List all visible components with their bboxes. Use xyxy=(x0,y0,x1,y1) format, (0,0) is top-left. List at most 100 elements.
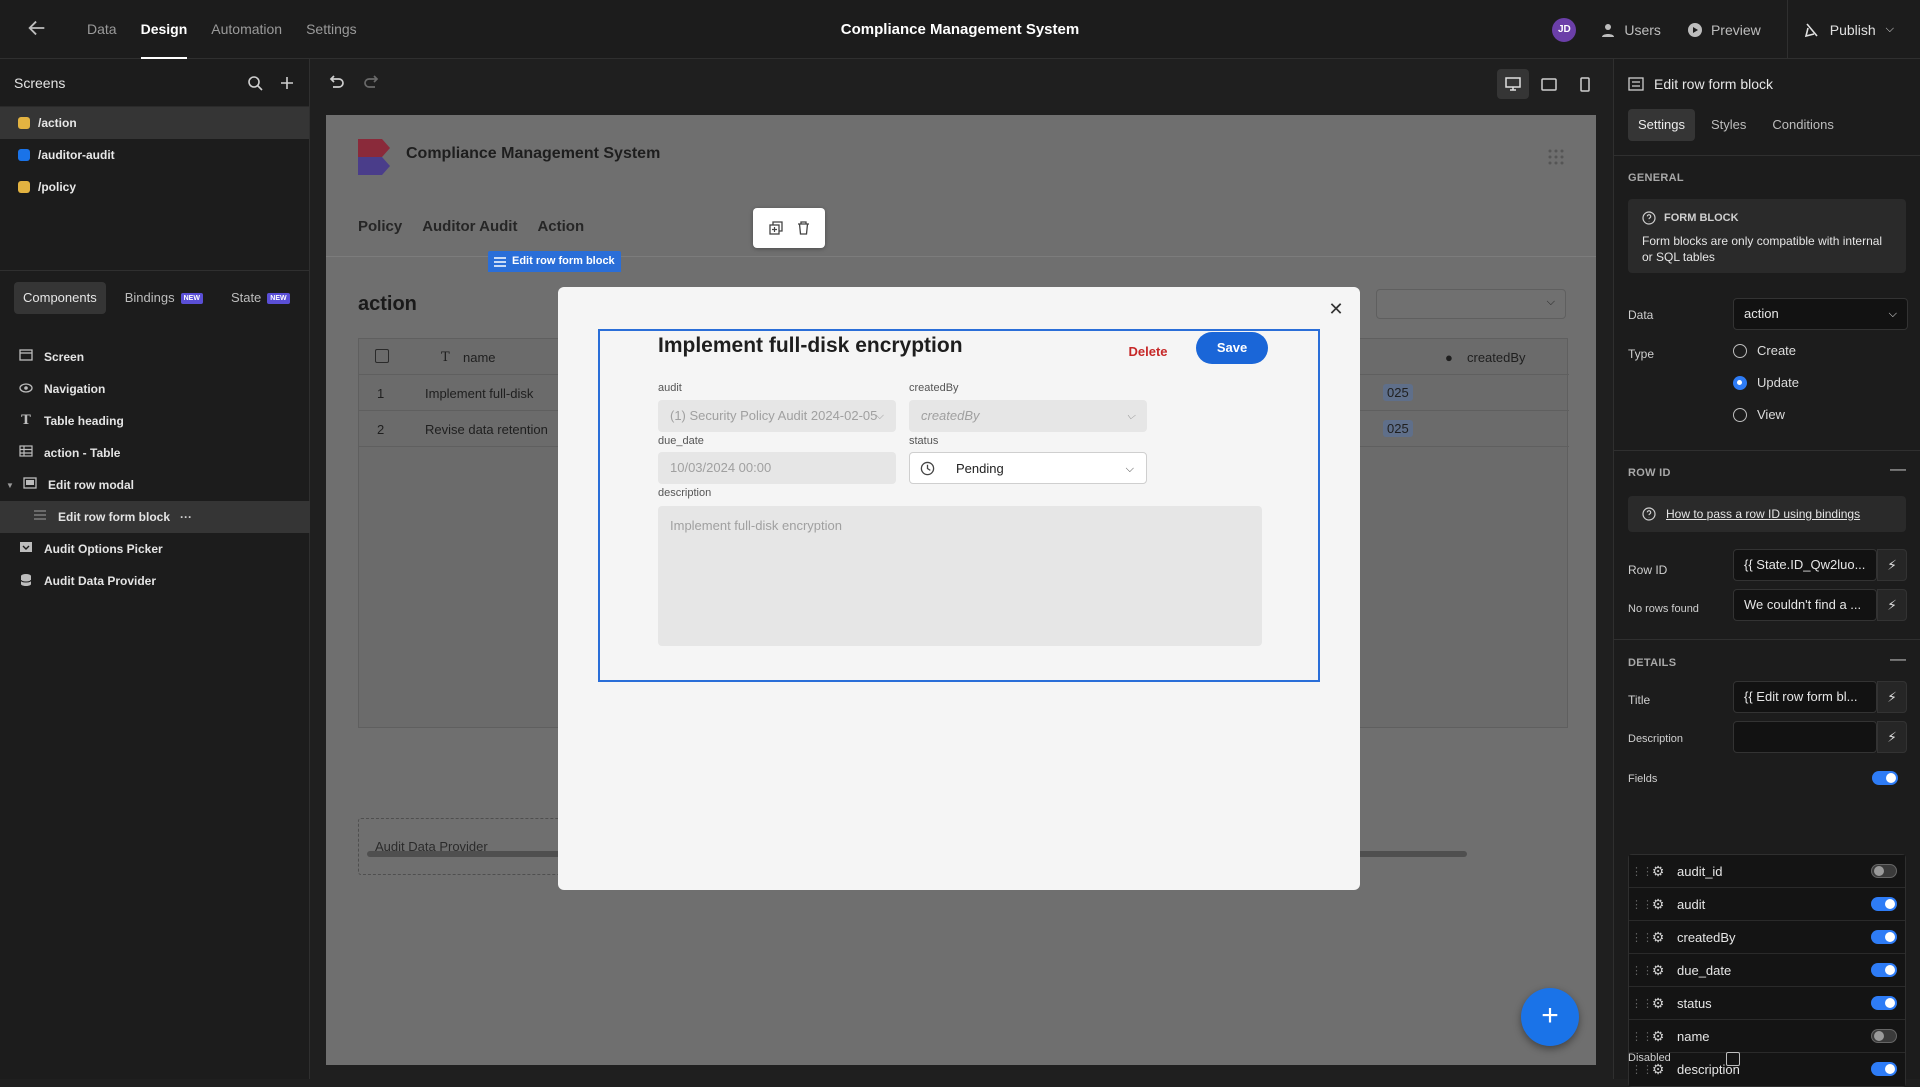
gear-icon[interactable]: ⚙︎ xyxy=(1649,995,1667,1012)
tab-data[interactable]: Data xyxy=(75,0,129,59)
disabled-checkbox[interactable] xyxy=(1726,1052,1740,1066)
radio-button[interactable] xyxy=(1733,375,1747,390)
desktop-icon[interactable] xyxy=(1497,69,1529,99)
tab-settings[interactable]: Settings xyxy=(1628,109,1695,141)
back-arrow-icon[interactable] xyxy=(26,17,50,41)
screen-item-policy[interactable]: /policy xyxy=(0,171,309,203)
tree-item-action-table[interactable]: action - Table xyxy=(0,437,310,469)
tab-settings[interactable]: Settings xyxy=(294,0,369,59)
audit-select[interactable]: (1) Security Policy Audit 2024-02-05 ⌵ xyxy=(658,400,896,432)
drag-handle-icon[interactable]: ⋮⋮ xyxy=(1631,997,1653,1010)
drag-handle-icon[interactable]: ⋮⋮ xyxy=(1631,1030,1653,1043)
nav-link-policy[interactable]: Policy xyxy=(358,218,402,235)
radio-button[interactable] xyxy=(1733,407,1747,422)
duplicate-icon[interactable] xyxy=(768,221,783,235)
screen-item-action[interactable]: /action xyxy=(0,107,309,139)
tree-item-screen[interactable]: Screen xyxy=(0,341,310,373)
tab-bindings[interactable]: Bindings NEW xyxy=(116,282,212,314)
data-select[interactable]: action ⌵ xyxy=(1733,298,1908,330)
trash-icon[interactable] xyxy=(797,221,810,235)
field-toggle[interactable] xyxy=(1871,1062,1897,1076)
field-row-status[interactable]: ⋮⋮ ⚙︎ status xyxy=(1629,987,1905,1020)
type-option-create[interactable]: Create xyxy=(1733,343,1796,358)
avatar[interactable]: JD xyxy=(1552,17,1577,42)
drag-handle-icon[interactable]: ⋮⋮ xyxy=(1631,898,1653,911)
users-button[interactable]: Users xyxy=(1600,22,1661,38)
gear-icon[interactable]: ⚙︎ xyxy=(1649,896,1667,913)
field-toggle[interactable] xyxy=(1871,897,1897,911)
add-component-button[interactable]: + xyxy=(1521,988,1579,1046)
tablet-icon[interactable] xyxy=(1533,69,1565,99)
tree-item-table-heading[interactable]: T Table heading xyxy=(0,405,310,437)
grid-icon[interactable] xyxy=(1548,149,1564,165)
field-toggle[interactable] xyxy=(1871,1029,1897,1043)
undo-icon[interactable] xyxy=(327,73,345,91)
gear-icon[interactable]: ⚙︎ xyxy=(1649,1028,1667,1045)
search-icon[interactable] xyxy=(247,75,263,91)
add-icon[interactable] xyxy=(279,75,295,91)
tab-state[interactable]: State NEW xyxy=(222,282,299,314)
tab-design[interactable]: Design xyxy=(129,0,200,59)
nav-link-action[interactable]: Action xyxy=(537,218,584,235)
chevron-down-icon[interactable]: ▼ xyxy=(6,481,14,490)
field-toggle[interactable] xyxy=(1871,864,1897,878)
screen-item-auditor-audit[interactable]: /auditor-audit xyxy=(0,139,309,171)
field-toggle[interactable] xyxy=(1871,996,1897,1010)
close-icon[interactable]: ✕ xyxy=(1324,297,1348,321)
top-right-actions: JD Users Preview Publish ⌵ xyxy=(1552,0,1920,59)
tab-components[interactable]: Components xyxy=(14,282,106,314)
preview-button[interactable]: Preview xyxy=(1687,22,1761,38)
field-row-name[interactable]: ⋮⋮ ⚙︎ name xyxy=(1629,1020,1905,1053)
collapse-icon[interactable]: — xyxy=(1890,651,1906,669)
fields-master-toggle[interactable] xyxy=(1872,771,1898,785)
lightning-icon[interactable]: ⚡︎ xyxy=(1877,589,1907,621)
drag-handle-icon[interactable]: ⋮⋮ xyxy=(1631,931,1653,944)
field-toggle[interactable] xyxy=(1871,963,1897,977)
title-input[interactable]: {{ Edit row form bl... xyxy=(1733,681,1877,713)
save-button[interactable]: Save xyxy=(1196,332,1268,364)
type-option-update[interactable]: Update xyxy=(1733,375,1799,390)
no-rows-input[interactable]: We couldn't find a ... xyxy=(1733,589,1877,621)
drag-handle-icon[interactable]: ⋮⋮ xyxy=(1631,865,1653,878)
field-row-audit-id[interactable]: ⋮⋮ ⚙︎ audit_id xyxy=(1629,855,1905,888)
row-id-help-link[interactable]: How to pass a row ID using bindings xyxy=(1666,507,1860,521)
delete-button[interactable]: Delete xyxy=(1112,337,1184,367)
tab-styles[interactable]: Styles xyxy=(1701,109,1756,141)
description-textarea[interactable]: Implement full-disk encryption xyxy=(658,506,1262,646)
design-canvas[interactable]: Compliance Management System Policy Audi… xyxy=(326,115,1596,1065)
field-row-audit[interactable]: ⋮⋮ ⚙︎ audit xyxy=(1629,888,1905,921)
mobile-icon[interactable] xyxy=(1569,69,1601,99)
component-tabs: Components Bindings NEW State NEW xyxy=(14,282,299,314)
gear-icon[interactable]: ⚙︎ xyxy=(1649,929,1667,946)
tree-item-audit-data-provider[interactable]: Audit Data Provider xyxy=(0,565,310,597)
tree-item-edit-row-modal[interactable]: ▼ Edit row modal xyxy=(0,469,310,501)
collapse-icon[interactable]: — xyxy=(1890,461,1906,479)
field-row-due-date[interactable]: ⋮⋮ ⚙︎ due_date xyxy=(1629,954,1905,987)
lightning-icon[interactable]: ⚡︎ xyxy=(1877,721,1907,753)
redo-icon[interactable] xyxy=(363,73,381,91)
tab-conditions[interactable]: Conditions xyxy=(1762,109,1843,141)
nav-link-auditor-audit[interactable]: Auditor Audit xyxy=(422,218,517,235)
gear-icon[interactable]: ⚙︎ xyxy=(1649,863,1667,880)
type-option-view[interactable]: View xyxy=(1733,407,1785,422)
tree-item-audit-options-picker[interactable]: Audit Options Picker xyxy=(0,533,310,565)
createdby-select[interactable]: createdBy ⌵ xyxy=(909,400,1147,432)
drag-handle-icon[interactable]: ⋮⋮ xyxy=(1631,1063,1653,1076)
description-input[interactable] xyxy=(1733,721,1877,753)
tab-automation[interactable]: Automation xyxy=(199,0,294,59)
field-row-createdby[interactable]: ⋮⋮ ⚙︎ createdBy xyxy=(1629,921,1905,954)
edit-row-form-block[interactable]: Implement full-disk encryption Delete Sa… xyxy=(598,329,1320,682)
more-options-icon[interactable]: ··· xyxy=(180,510,192,524)
row-id-input[interactable]: {{ State.ID_Qw2luo... xyxy=(1733,549,1877,581)
lightning-icon[interactable]: ⚡︎ xyxy=(1877,681,1907,713)
tree-item-edit-row-form-block[interactable]: Edit row form block ··· xyxy=(0,501,310,533)
radio-button[interactable] xyxy=(1733,343,1747,358)
drag-handle-icon[interactable]: ⋮⋮ xyxy=(1631,964,1653,977)
publish-button[interactable]: Publish ⌵ xyxy=(1786,0,1920,59)
tree-item-navigation[interactable]: Navigation xyxy=(0,373,310,405)
lightning-icon[interactable]: ⚡︎ xyxy=(1877,549,1907,581)
gear-icon[interactable]: ⚙︎ xyxy=(1649,962,1667,979)
field-toggle[interactable] xyxy=(1871,930,1897,944)
status-select[interactable]: Pending ⌵ xyxy=(909,452,1147,484)
due-date-field[interactable]: 10/03/2024 00:00 xyxy=(658,452,896,484)
